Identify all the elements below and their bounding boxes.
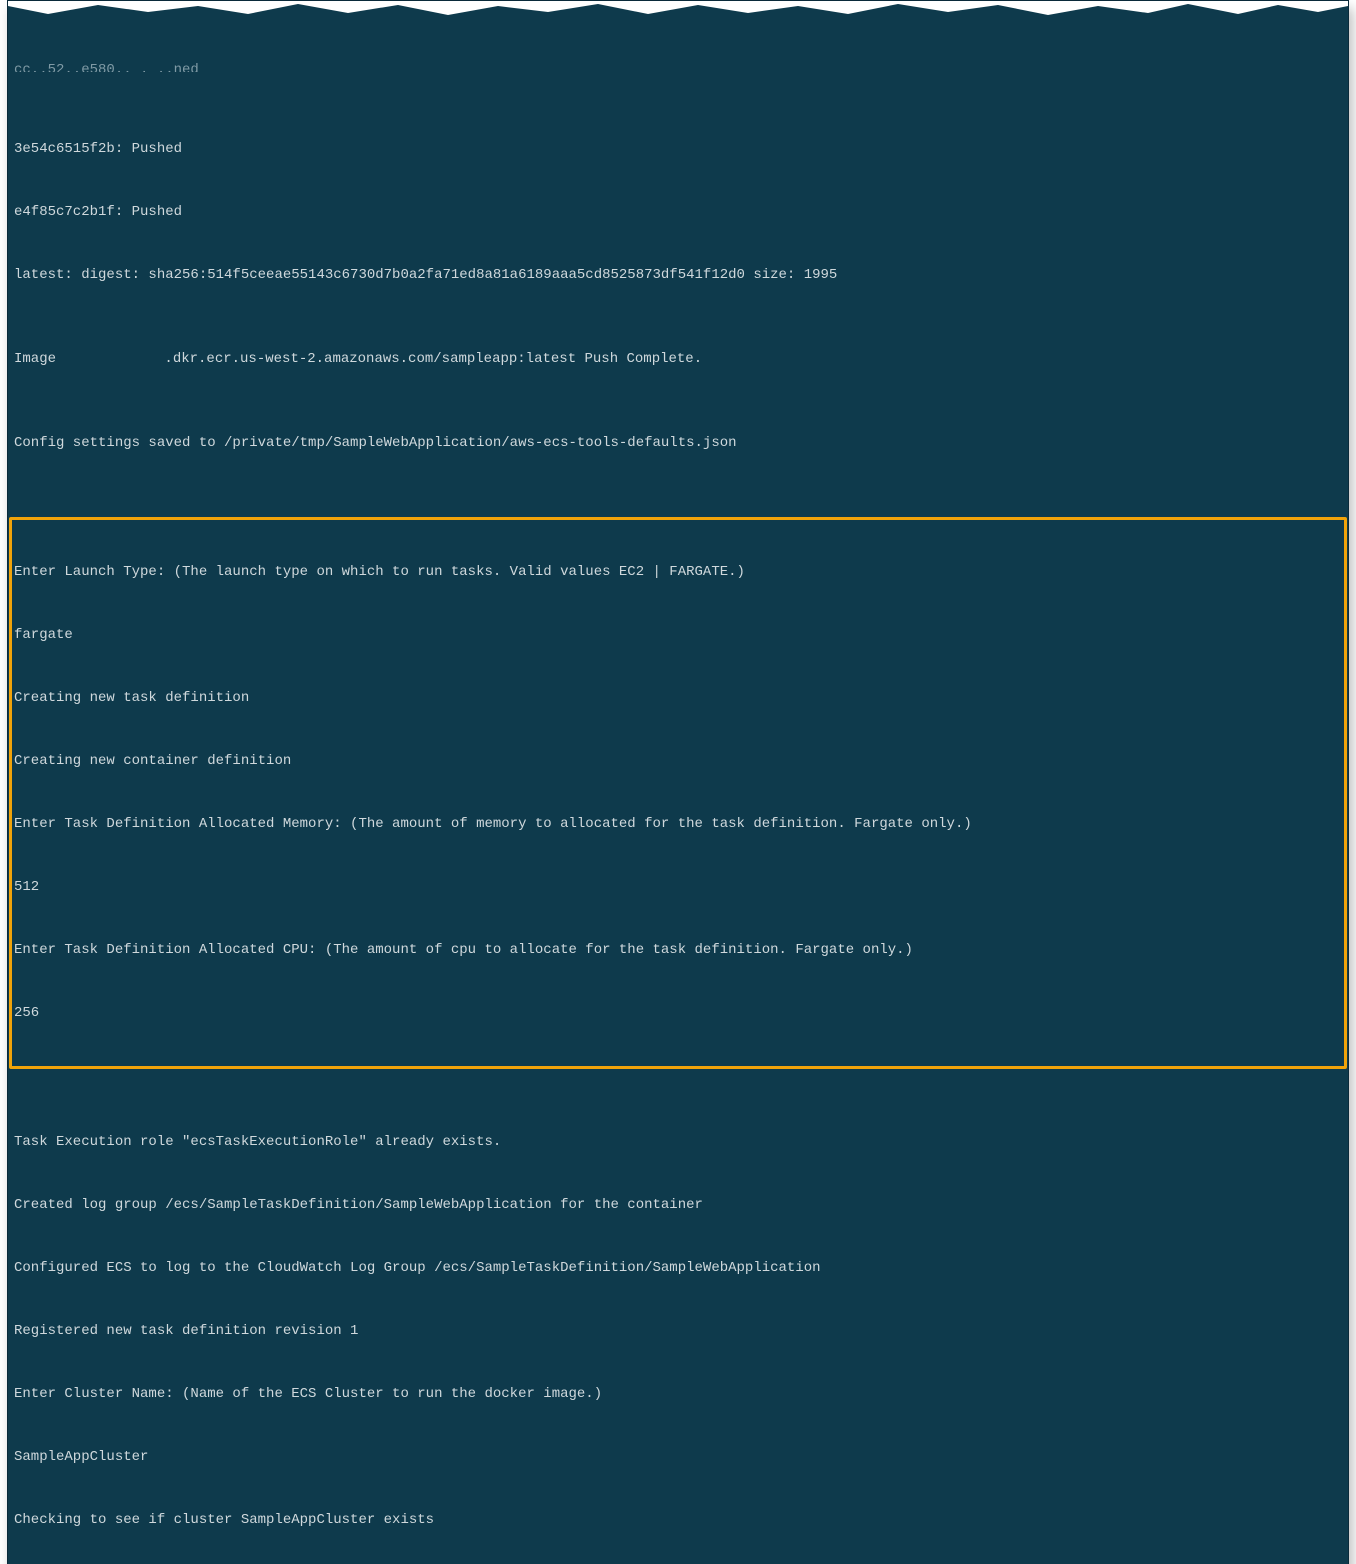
output-line: Configured ECS to log to the CloudWatch … xyxy=(14,1258,1342,1279)
redacted-account-id xyxy=(64,351,164,365)
output-line: 256 xyxy=(14,1003,1342,1024)
highlight-box-launch-type: Enter Launch Type: (The launch type on w… xyxy=(9,517,1347,1069)
output-line: Registered new task definition revision … xyxy=(14,1321,1342,1342)
output-line: Enter Cluster Name: (Name of the ECS Clu… xyxy=(14,1384,1342,1405)
output-line: fargate xyxy=(14,625,1342,646)
output-line-image: Image .dkr.ecr.us-west-2.amazonaws.com/s… xyxy=(14,349,1342,370)
output-line: e4f85c7c2b1f: Pushed xyxy=(14,202,1342,223)
output-line: 3e54c6515f2b: Pushed xyxy=(14,139,1342,160)
terminal-window: cc..52..e580.. . ..ned 3e54c6515f2b: Pus… xyxy=(7,0,1349,1564)
output-line: 512 xyxy=(14,877,1342,898)
output-line: Created log group /ecs/SampleTaskDefinit… xyxy=(14,1195,1342,1216)
output-line: Checking to see if cluster SampleAppClus… xyxy=(14,1510,1342,1531)
output-line: Task Execution role "ecsTaskExecutionRol… xyxy=(14,1132,1342,1153)
vertical-scrollbar[interactable] xyxy=(1334,1,1346,1564)
output-line: latest: digest: sha256:514f5ceeae55143c6… xyxy=(14,265,1342,286)
output-line: Enter Task Definition Allocated CPU: (Th… xyxy=(14,940,1342,961)
output-line: Creating new container definition xyxy=(14,751,1342,772)
output-line: Enter Task Definition Allocated Memory: … xyxy=(14,814,1342,835)
terminal-output[interactable]: cc..52..e580.. . ..ned 3e54c6515f2b: Pus… xyxy=(8,1,1348,1564)
partial-top-line: cc..52..e580.. . ..ned xyxy=(14,60,1342,72)
output-line: Config settings saved to /private/tmp/Sa… xyxy=(14,433,1342,454)
output-line: Creating new task definition xyxy=(14,688,1342,709)
output-line: SampleAppCluster xyxy=(14,1447,1342,1468)
output-line: Enter Launch Type: (The launch type on w… xyxy=(14,562,1342,583)
